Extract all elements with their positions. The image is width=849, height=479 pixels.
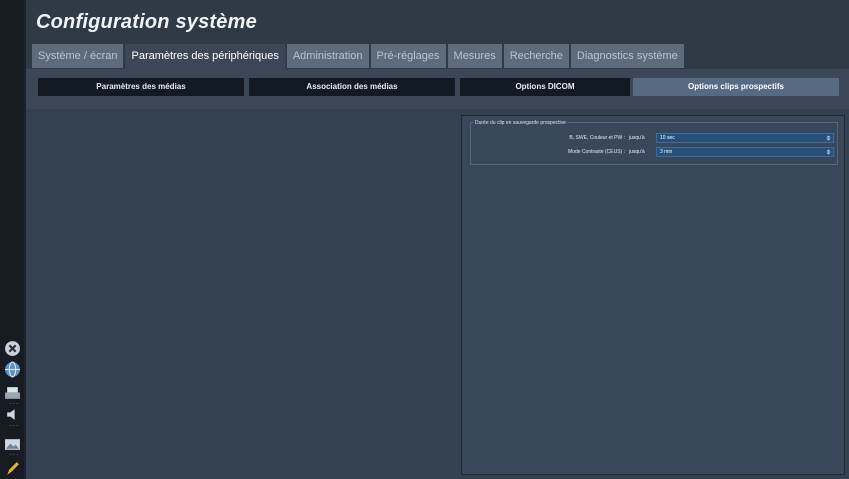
main-tabs: Système / écran Paramètres des périphéri… <box>32 44 686 69</box>
volume-label: - - - <box>9 423 19 429</box>
print-icon[interactable] <box>4 385 21 402</box>
globe-icon[interactable] <box>4 361 21 378</box>
clip-duration-row-b-swe: B, SWE, Couleur et PW : jusqu'à 10 sec <box>471 133 837 143</box>
page-title: Configuration système <box>36 11 257 33</box>
clip-duration-title: Durée du clip en sauvegarde prospective <box>474 120 567 126</box>
ceus-duration-value: 3 min <box>660 149 673 155</box>
tab-administration[interactable]: Administration <box>286 44 369 68</box>
tab-recherche[interactable]: Recherche <box>503 44 569 68</box>
image-icon[interactable] <box>4 436 21 453</box>
tab-systeme-ecran[interactable]: Système / écran <box>32 44 124 68</box>
tab-diagnostics-systeme[interactable]: Diagnostics système <box>570 44 684 68</box>
left-toolbar: - - - - - - - - - <box>0 0 24 479</box>
spinner-arrows-icon <box>826 135 831 141</box>
close-circle-icon[interactable] <box>4 340 21 357</box>
configuration-window: Configuration système Système / écran Pa… <box>26 0 849 479</box>
subtab-association-medias[interactable]: Association des médias <box>249 78 455 96</box>
contrast-ceus-label: Mode Contraste (CEUS) : <box>568 149 625 155</box>
subtab-parametres-medias[interactable]: Paramètres des médias <box>38 78 244 96</box>
subtab-options-clips-prospectifs[interactable]: Options clips prospectifs <box>633 78 839 96</box>
spinner-arrows-icon <box>826 149 831 155</box>
pencil-icon[interactable] <box>4 460 21 477</box>
b-swe-prefix: jusqu'à <box>629 135 645 141</box>
sub-tabs: Paramètres des médias Association des mé… <box>26 69 849 109</box>
clip-duration-group: Durée du clip en sauvegarde prospective … <box>470 120 838 165</box>
tab-mesures[interactable]: Mesures <box>447 44 502 68</box>
volume-icon[interactable] <box>4 406 21 423</box>
subtab-options-dicom[interactable]: Options DICOM <box>460 78 630 96</box>
image-label: - - - <box>9 452 19 458</box>
clip-duration-row-ceus: Mode Contraste (CEUS) : jusqu'à 3 min <box>471 147 837 157</box>
tab-pre-reglages[interactable]: Pré-réglages <box>370 44 446 68</box>
tab-parametres-peripheriques[interactable]: Paramètres des périphériques <box>125 44 285 69</box>
b-swe-color-pw-label: B, SWE, Couleur et PW : <box>569 135 625 141</box>
clip-options-panel: Durée du clip en sauvegarde prospective … <box>461 115 845 475</box>
ceus-duration-select[interactable]: 3 min <box>656 147 834 157</box>
b-swe-duration-select[interactable]: 10 sec <box>656 133 834 143</box>
b-swe-duration-value: 10 sec <box>660 135 675 141</box>
settings-content: Durée du clip en sauvegarde prospective … <box>26 109 849 479</box>
ceus-prefix: jusqu'à <box>629 149 645 155</box>
